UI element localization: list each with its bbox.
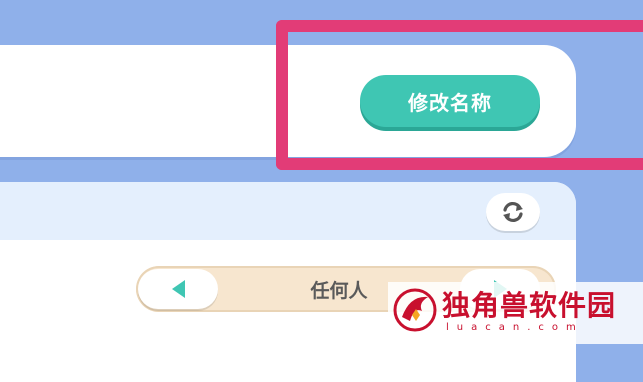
refresh-icon	[503, 201, 523, 223]
rename-button-label: 修改名称	[408, 90, 492, 115]
watermark-title: 独角兽软件园	[442, 289, 617, 322]
watermark-subtitle: luacan.com	[446, 322, 584, 333]
refresh-button[interactable]	[486, 193, 540, 231]
triangle-left-icon	[171, 280, 185, 298]
rename-button[interactable]: 修改名称	[360, 75, 540, 127]
selector-prev-button[interactable]	[138, 269, 218, 309]
unicorn-logo-icon	[393, 288, 437, 332]
